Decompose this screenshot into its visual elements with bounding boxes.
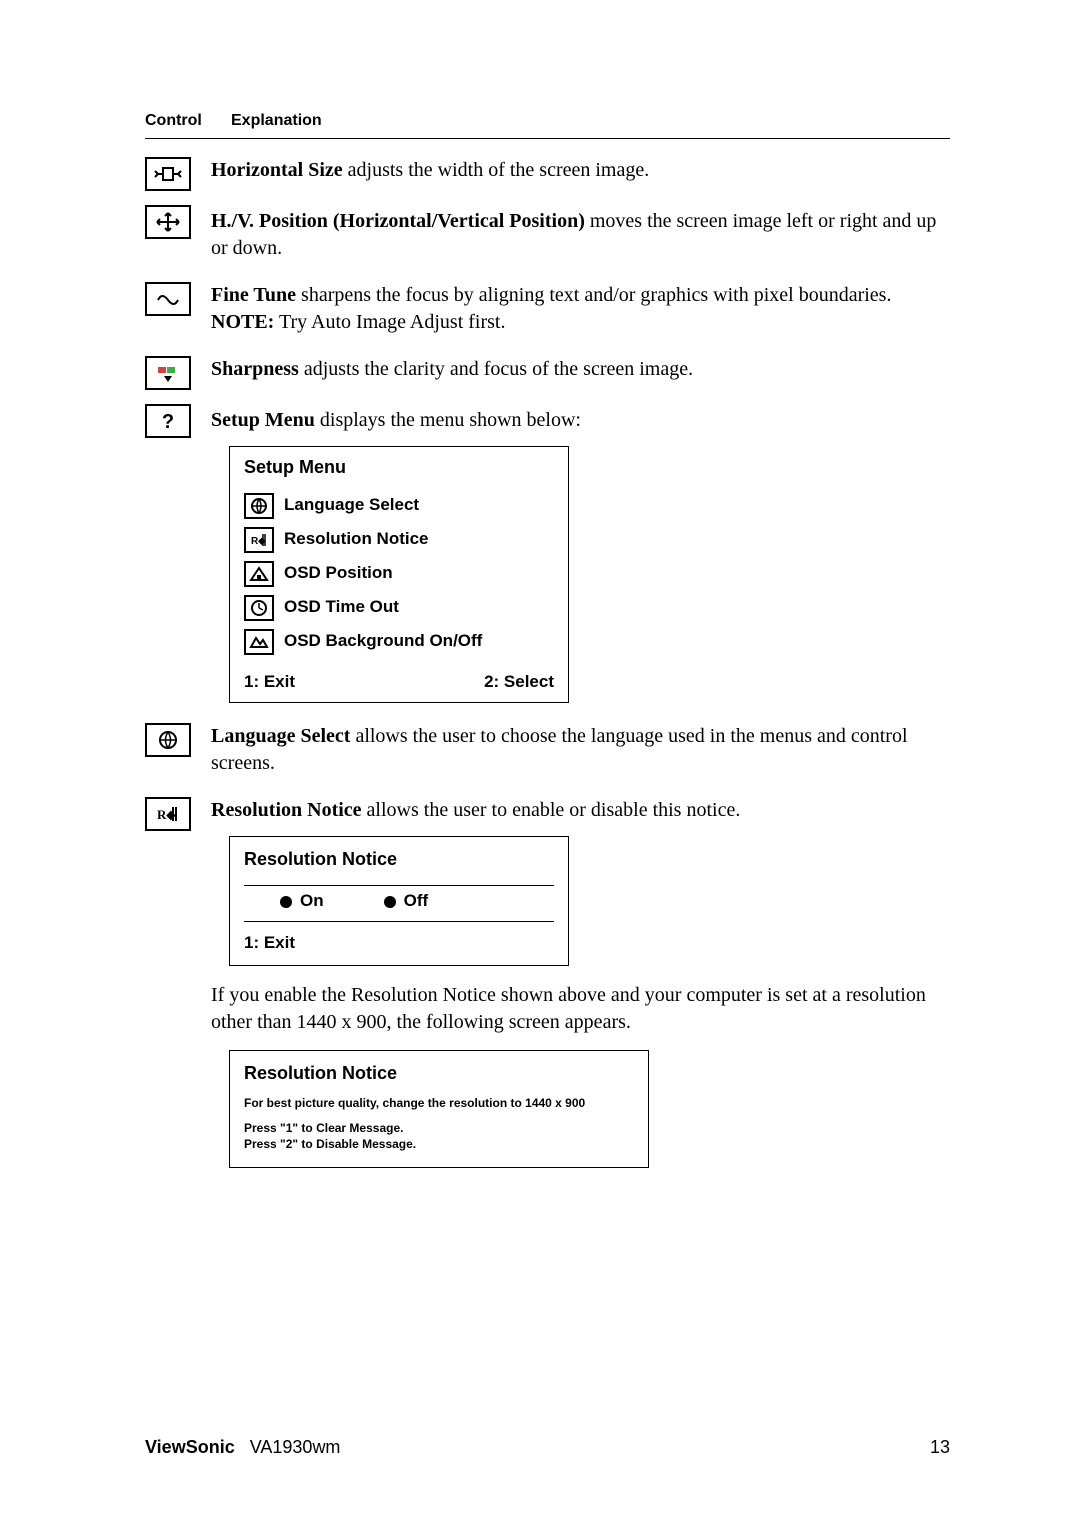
message-hint1: Press "1" to Clear Message. — [244, 1121, 634, 1137]
footer-model: VA1930wm — [250, 1437, 341, 1457]
sharpness-text: Sharpness adjusts the clarity and focus … — [211, 356, 950, 383]
globe-icon — [145, 723, 191, 757]
resolution-notice-footer: 1: Exit — [230, 928, 568, 965]
clock-icon — [244, 595, 274, 621]
radio-off: Off — [384, 890, 429, 913]
setup-menu-title: Setup Menu — [230, 447, 568, 489]
setup-menu-panel: Setup Menu Language Select R⬥ Resolution… — [229, 446, 569, 703]
header-control: Control — [145, 110, 215, 132]
menu-item-resolution: R⬥ Resolution Notice — [230, 523, 568, 557]
page-footer: ViewSonic VA1930wm 13 — [145, 1435, 950, 1459]
message-body: For best picture quality, change the res… — [244, 1095, 634, 1111]
hv-position-icon — [145, 205, 191, 239]
resolution-notice-after-text: If you enable the Resolution Notice show… — [211, 982, 950, 1036]
svg-text:R⬥: R⬥ — [251, 536, 266, 547]
setup-menu-text: Setup Menu displays the menu shown below… — [211, 407, 950, 434]
setup-menu-footer: 1: Exit 2: Select — [230, 663, 568, 702]
fine-tune-text: Fine Tune sharpens the focus by aligning… — [211, 282, 950, 309]
resolution-notice-title: Resolution Notice — [230, 837, 568, 879]
svg-text:?: ? — [162, 411, 174, 432]
resolution-notice-panel: Resolution Notice On Off 1: Exit — [229, 836, 569, 966]
message-hint2: Press "2" to Disable Message. — [244, 1137, 634, 1153]
resolution-icon: R⬥ — [145, 797, 191, 831]
setup-menu-icon: ? — [145, 404, 191, 438]
osd-position-icon — [244, 561, 274, 587]
hv-position-text: H./V. Position (Horizontal/Vertical Posi… — [211, 208, 950, 262]
horizontal-size-text: Horizontal Size adjusts the width of the… — [211, 157, 950, 184]
menu-item-language: Language Select — [230, 489, 568, 523]
mountain-icon — [244, 629, 274, 655]
footer-page: 13 — [930, 1435, 950, 1459]
globe-icon — [244, 493, 274, 519]
horizontal-size-icon — [145, 157, 191, 191]
message-title: Resolution Notice — [244, 1061, 634, 1085]
language-select-text: Language Select allows the user to choos… — [211, 723, 950, 777]
menu-item-osd-background: OSD Background On/Off — [230, 625, 568, 663]
fine-tune-icon — [145, 282, 191, 316]
fine-tune-note: NOTE: Try Auto Image Adjust first. — [211, 309, 950, 336]
sharpness-icon — [145, 356, 191, 390]
radio-on: On — [280, 890, 324, 913]
footer-brand: ViewSonic — [145, 1437, 235, 1457]
table-header: Control Explanation — [145, 110, 950, 139]
menu-item-osd-timeout: OSD Time Out — [230, 591, 568, 625]
resolution-notice-message-panel: Resolution Notice For best picture quali… — [229, 1050, 649, 1168]
menu-item-osd-position: OSD Position — [230, 557, 568, 591]
resolution-icon: R⬥ — [244, 527, 274, 553]
resolution-notice-text: Resolution Notice allows the user to ena… — [211, 797, 950, 824]
header-explanation: Explanation — [231, 110, 322, 132]
